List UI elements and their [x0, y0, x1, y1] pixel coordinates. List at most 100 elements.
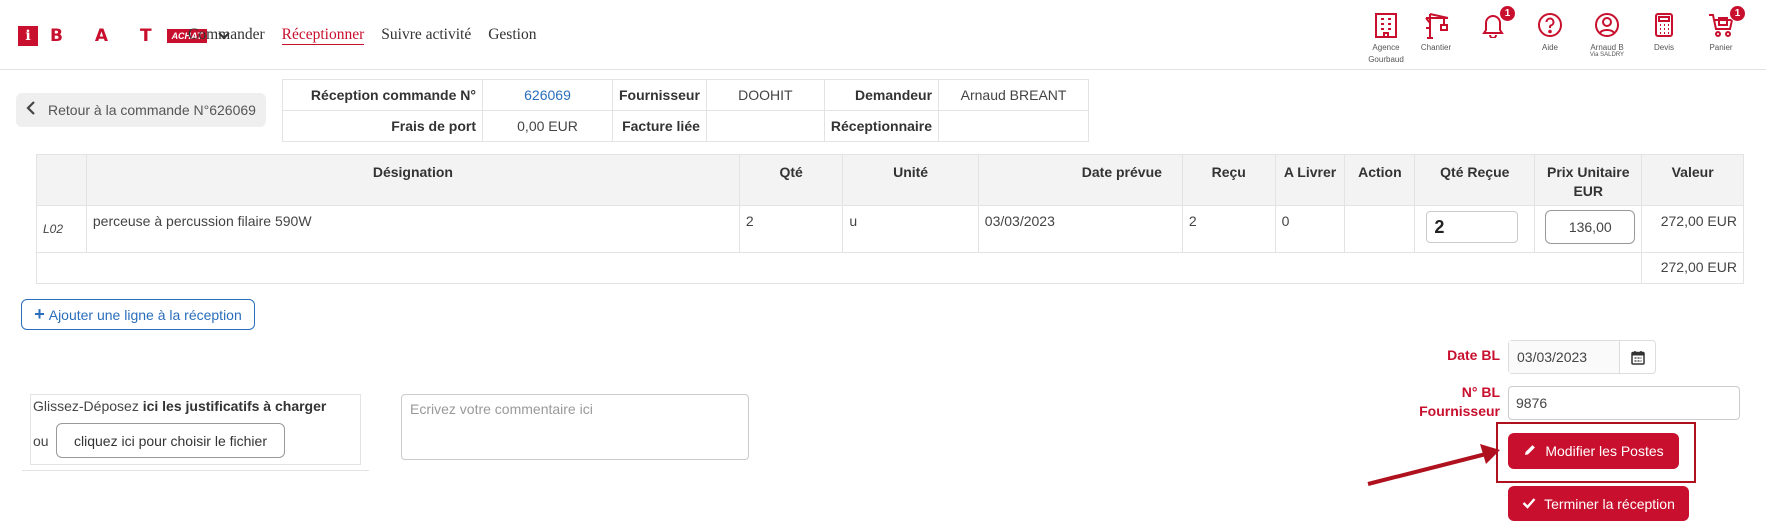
- chevron-left-icon: [26, 100, 36, 121]
- requester-label: Demandeur: [823, 79, 940, 111]
- dropzone-text: Glissez-Déposez ici les justificatifs à …: [33, 398, 326, 414]
- header-devis-label: Devis: [1653, 43, 1674, 52]
- col-qte: Qté: [738, 154, 844, 206]
- row-designation: perceuse à percussion filaire 590W: [85, 205, 740, 253]
- shipping-cost-label: Frais de port: [282, 110, 483, 142]
- add-line-button[interactable]: + Ajouter une ligne à la réception: [21, 299, 255, 330]
- col-unite: Unité: [842, 154, 979, 206]
- header-devis[interactable]: Devis: [1634, 10, 1694, 52]
- table-row: L02 perceuse à percussion filaire 590W 2…: [36, 205, 1744, 253]
- header-chantier-label: Chantier: [1420, 43, 1452, 52]
- date-bl-label: Date BL: [1447, 347, 1500, 363]
- prix-unitaire-input[interactable]: 136,00: [1545, 210, 1636, 244]
- linked-invoice-label: Facture liée: [612, 110, 707, 142]
- add-line-label: Ajouter une ligne à la réception: [48, 306, 242, 323]
- col-valeur: Valeur: [1641, 154, 1744, 206]
- reception-lines-table: Désignation Qté Unité Date prévue Reçu A…: [35, 154, 1744, 284]
- supplier-value: DOOHIT: [705, 79, 825, 111]
- nav-gestion[interactable]: Gestion: [488, 26, 536, 45]
- col-action: Action: [1344, 154, 1416, 206]
- row-action: [1344, 205, 1416, 253]
- dropzone-or: ou: [33, 433, 49, 449]
- receiver-label: Réceptionnaire: [823, 110, 940, 142]
- row-prix-cell: 136,00: [1534, 205, 1643, 253]
- row-valeur: 272,00 EUR: [1641, 205, 1744, 253]
- row-ref: L02: [36, 205, 87, 253]
- logo-letters: B A T: [50, 26, 165, 46]
- header-aide-label: Aide: [1541, 43, 1558, 52]
- row-date-prevue: 03/03/2023: [977, 205, 1183, 253]
- row-unite: u: [842, 205, 979, 253]
- header-agence-sublabel: Gourbaud: [1368, 55, 1404, 64]
- supplier-label: Fournisseur: [612, 79, 707, 111]
- finish-reception-button[interactable]: Terminer la réception: [1508, 486, 1689, 521]
- bl-number-label-line2: Fournisseur: [1419, 403, 1500, 419]
- reception-number-link[interactable]: 626069: [482, 79, 613, 111]
- main-nav: Commander Réceptionner Suivre activité G…: [188, 26, 536, 45]
- col-designation: Désignation: [85, 154, 740, 206]
- nav-receptionner[interactable]: Réceptionner: [281, 26, 365, 45]
- calculator-icon: [1634, 10, 1694, 40]
- total-spacer: [35, 252, 1643, 284]
- reception-number-label: Réception commande N°: [282, 79, 483, 111]
- nav-commander[interactable]: Commander: [188, 26, 265, 45]
- finish-reception-label: Terminer la réception: [1544, 495, 1675, 512]
- table-header-row: Désignation Qté Unité Date prévue Reçu A…: [36, 154, 1744, 206]
- notifications-badge: 1: [1499, 5, 1516, 22]
- dropzone-text-pre: Glissez-Déposez: [33, 398, 143, 414]
- bl-number-input[interactable]: 9876: [1508, 386, 1740, 420]
- date-bl-value[interactable]: 03/03/2023: [1509, 341, 1619, 373]
- back-label: Retour à la commande N°626069: [48, 102, 256, 118]
- bl-number-label: N° BL Fournisseur: [1400, 383, 1500, 421]
- pencil-icon: [1523, 443, 1537, 460]
- header-notifications[interactable]: 1: [1463, 5, 1523, 40]
- row-qte-recue-cell: 2: [1414, 205, 1536, 253]
- shipping-cost-value: 0,00 EUR: [482, 110, 613, 142]
- top-bar: i B A T ACHAT Commander Réceptionner Sui…: [0, 0, 1766, 70]
- header-panier[interactable]: Panier 1: [1691, 5, 1751, 52]
- qte-recue-input[interactable]: 2: [1426, 211, 1519, 243]
- file-dropzone[interactable]: Glissez-Déposez ici les justificatifs à …: [30, 394, 361, 465]
- modify-postes-button[interactable]: Modifier les Postes: [1508, 433, 1679, 469]
- help-icon: [1520, 10, 1580, 40]
- reception-info: Réception commande N° 626069 Fournisseur…: [282, 79, 1090, 142]
- header-icons: Agence Gourbaud Chantier 1 Aide Arnaud B…: [1356, 5, 1756, 66]
- col-qte-recue: Qté Reçue: [1414, 154, 1536, 206]
- plus-icon: +: [34, 304, 45, 324]
- header-aide[interactable]: Aide: [1520, 10, 1580, 52]
- col-ref: [36, 154, 87, 206]
- dropzone-text-bold: ici les justificatifs à charger: [142, 398, 327, 414]
- header-panier-label: Panier: [1709, 43, 1733, 52]
- logo-initial: i: [18, 26, 38, 46]
- total-valeur: 272,00 EUR: [1641, 252, 1744, 284]
- nav-suivre-activite[interactable]: Suivre activité: [381, 26, 471, 45]
- user-icon: [1577, 10, 1637, 40]
- row-a-livrer: 0: [1274, 205, 1346, 253]
- row-qte: 2: [738, 205, 844, 253]
- header-user[interactable]: Arnaud B Via SALDRY: [1577, 10, 1637, 59]
- col-recu: Reçu: [1181, 154, 1276, 206]
- requester-value: Arnaud BREANT: [938, 79, 1090, 111]
- header-user-label: Arnaud B: [1590, 43, 1624, 52]
- crane-icon: [1406, 10, 1466, 40]
- back-to-order-button[interactable]: Retour à la commande N°626069: [16, 93, 266, 127]
- choose-file-button[interactable]: cliquez ici pour choisir le fichier: [56, 423, 285, 458]
- annotation-arrow-icon: [1367, 444, 1500, 486]
- header-user-sublabel: Via SALDRY: [1589, 52, 1625, 58]
- comment-textarea[interactable]: Ecrivez votre commentaire ici: [401, 394, 749, 460]
- calendar-icon[interactable]: [1619, 341, 1655, 373]
- check-icon: [1522, 496, 1536, 512]
- col-prix-unitaire: Prix Unitaire EUR: [1534, 154, 1643, 206]
- cart-badge: 1: [1729, 5, 1746, 22]
- divider: [22, 470, 369, 471]
- col-a-livrer: A Livrer: [1274, 154, 1346, 206]
- table-total-row: 272,00 EUR: [35, 252, 1744, 284]
- header-chantier[interactable]: Chantier: [1406, 10, 1466, 52]
- linked-invoice-value: [705, 110, 825, 142]
- col-date-prevue: Date prévue: [977, 154, 1183, 206]
- date-bl-field[interactable]: 03/03/2023: [1508, 340, 1656, 374]
- bl-number-label-line1: N° BL: [1461, 384, 1500, 400]
- row-recu: 2: [1181, 205, 1276, 253]
- receiver-value: [938, 110, 1090, 142]
- modify-postes-label: Modifier les Postes: [1545, 443, 1664, 459]
